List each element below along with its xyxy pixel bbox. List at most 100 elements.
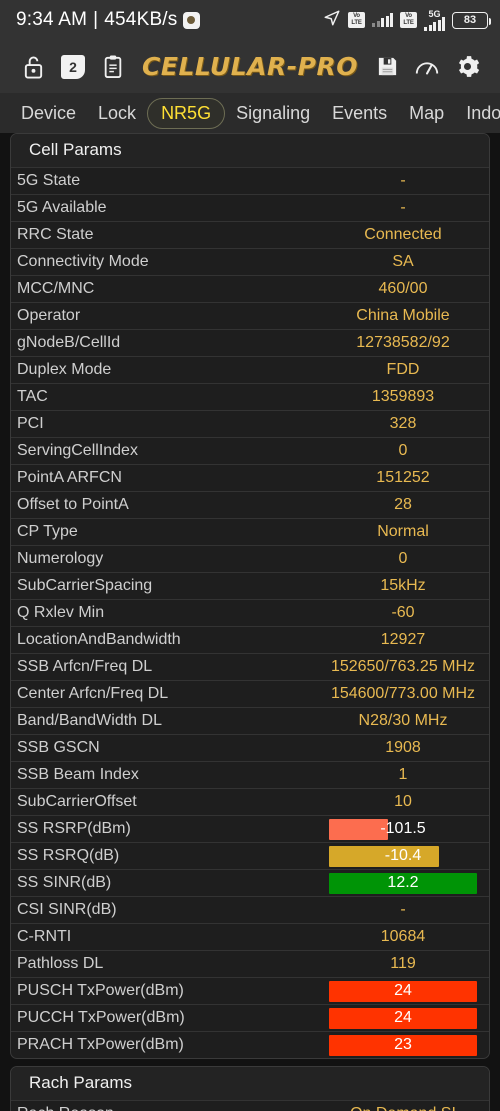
param-row[interactable]: MCC/MNC 460/00 [11,275,489,302]
param-value-cell: 10 [329,789,489,815]
volte-sim1-icon: Vo LTE [348,12,365,28]
param-value: 24 [394,982,412,999]
param-label: Rach Reason [11,1105,329,1111]
gear-icon[interactable] [447,54,487,79]
param-gauge: 24 [329,1007,477,1029]
param-row[interactable]: CSI SINR(dB) - [11,896,489,923]
param-row[interactable]: gNodeB/CellId 12738582/92 [11,329,489,356]
param-row[interactable]: Band/BandWidth DL N28/30 MHz [11,707,489,734]
status-bar-left: 9:34 AM | 454KB/s [16,9,200,31]
param-row[interactable]: SubCarrierOffset 10 [11,788,489,815]
param-row[interactable]: PRACH TxPower(dBm) 23 [11,1031,489,1058]
param-row[interactable]: RRC State Connected [11,221,489,248]
param-label: CSI SINR(dB) [17,901,117,918]
section-title: Rach Params [11,1067,489,1100]
param-value: 1359893 [371,388,435,405]
param-row[interactable]: ServingCellIndex 0 [11,437,489,464]
param-value-cell: China Mobile [329,303,489,329]
section-title: Cell Params [11,134,489,167]
param-value-cell: 1359893 [329,384,489,410]
param-value: 0 [398,442,408,459]
param-row[interactable]: Duplex Mode FDD [11,356,489,383]
param-row[interactable]: Offset to PointA 28 [11,491,489,518]
params-scroll-area[interactable]: Cell Params 5G State - 5G Available - RRC Sta… [0,133,500,1111]
param-label: MCC/MNC [17,280,95,297]
param-row[interactable]: TAC 1359893 [11,383,489,410]
param-label: RRC State [17,226,94,243]
param-row[interactable]: SubCarrierSpacing 15kHz [11,572,489,599]
param-row[interactable]: SS RSRP(dBm) -101.5 [11,815,489,842]
param-value: 24 [394,1009,412,1026]
param-value: -60 [391,604,415,621]
param-row[interactable]: SSB GSCN 1908 [11,734,489,761]
param-label: Center Arfcn/Freq DL [17,685,169,702]
volte2-label-bottom: LTE [403,20,414,26]
param-row[interactable]: Pathloss DL 119 [11,950,489,977]
param-value-cell: 10684 [329,924,489,950]
param-row[interactable]: SS SINR(dB) 12.2 [11,869,489,896]
tab-indoor[interactable]: Indoor [455,99,500,128]
param-row[interactable]: Connectivity Mode SA [11,248,489,275]
floppy-save-icon[interactable] [367,55,407,78]
param-value: 151252 [376,469,430,486]
param-row[interactable]: PointA ARFCN 151252 [11,464,489,491]
param-value-cell: N28/30 MHz [329,708,489,734]
param-value: 12927 [380,631,426,648]
tab-map[interactable]: Map [398,99,455,128]
unlock-icon[interactable] [13,54,53,80]
tab-lock[interactable]: Lock [87,99,147,128]
sim-count-badge[interactable]: 2 [53,54,93,79]
clipboard-icon[interactable] [93,54,133,80]
param-gauge: 12.2 [329,872,477,894]
param-value: 28 [394,496,412,513]
signal-bars-sim1-icon [372,13,393,27]
battery-percent-label: 83 [463,14,477,26]
param-value-cell: 0 [329,438,489,464]
param-row[interactable]: Numerology 0 [11,545,489,572]
location-arrow-icon [323,9,341,32]
status-bar-right: Vo LTE Vo LTE 5G 83 [323,9,491,32]
params-card: Cell Params 5G State - 5G Available - RRC Sta… [10,133,490,1059]
param-value-cell: 28 [329,492,489,518]
tab-nr5g[interactable]: NR5G [147,97,226,129]
param-value-cell: 460/00 [329,276,489,302]
param-row[interactable]: PUSCH TxPower(dBm) 24 [11,977,489,1004]
param-row[interactable]: Operator China Mobile [11,302,489,329]
param-row[interactable]: Rach ReasonOn Demand SI [11,1100,489,1111]
tab-events[interactable]: Events [321,99,398,128]
param-value: -10.4 [384,847,422,864]
param-row[interactable]: CP Type Normal [11,518,489,545]
param-value-cell: -10.4 [329,843,489,869]
param-value: 15kHz [380,577,426,594]
param-row[interactable]: 5G State - [11,167,489,194]
app-bar: 2 CELLULAR-PRO [0,40,500,93]
tab-signaling[interactable]: Signaling [225,99,321,128]
param-row[interactable]: PUCCH TxPower(dBm) 24 [11,1004,489,1031]
param-label: Offset to PointA [17,496,129,513]
param-value: - [400,172,406,189]
param-row[interactable]: SS RSRQ(dB) -10.4 [11,842,489,869]
speedometer-icon[interactable] [407,56,447,78]
param-row[interactable]: C-RNTI 10684 [11,923,489,950]
param-value-cell: 12927 [329,627,489,653]
param-row[interactable]: 5G Available - [11,194,489,221]
param-value-cell: 152650/763.25 MHz [329,654,489,680]
param-row[interactable]: Q Rxlev Min -60 [11,599,489,626]
param-row[interactable]: LocationAndBandwidth 12927 [11,626,489,653]
param-row[interactable]: PCI 328 [11,410,489,437]
param-label: Operator [17,307,81,324]
param-value: 460/00 [378,280,428,297]
param-row[interactable]: SSB Beam Index 1 [11,761,489,788]
sim-count-label: 2 [61,54,85,79]
param-label: LocationAndBandwidth [17,631,181,648]
param-gauge: -101.5 [329,818,477,840]
param-value: 12.2 [387,874,419,891]
param-value: China Mobile [356,307,450,324]
param-value: 328 [389,415,417,432]
param-value-cell: 1 [329,762,489,788]
param-row[interactable]: Center Arfcn/Freq DL 154600/773.00 MHz [11,680,489,707]
param-row[interactable]: SSB Arfcn/Freq DL 152650/763.25 MHz [11,653,489,680]
status-bar: 9:34 AM | 454KB/s Vo LTE Vo LTE 5G 83 [0,0,500,40]
tab-device[interactable]: Device [10,99,87,128]
clock-text: 9:34 AM [16,9,88,30]
